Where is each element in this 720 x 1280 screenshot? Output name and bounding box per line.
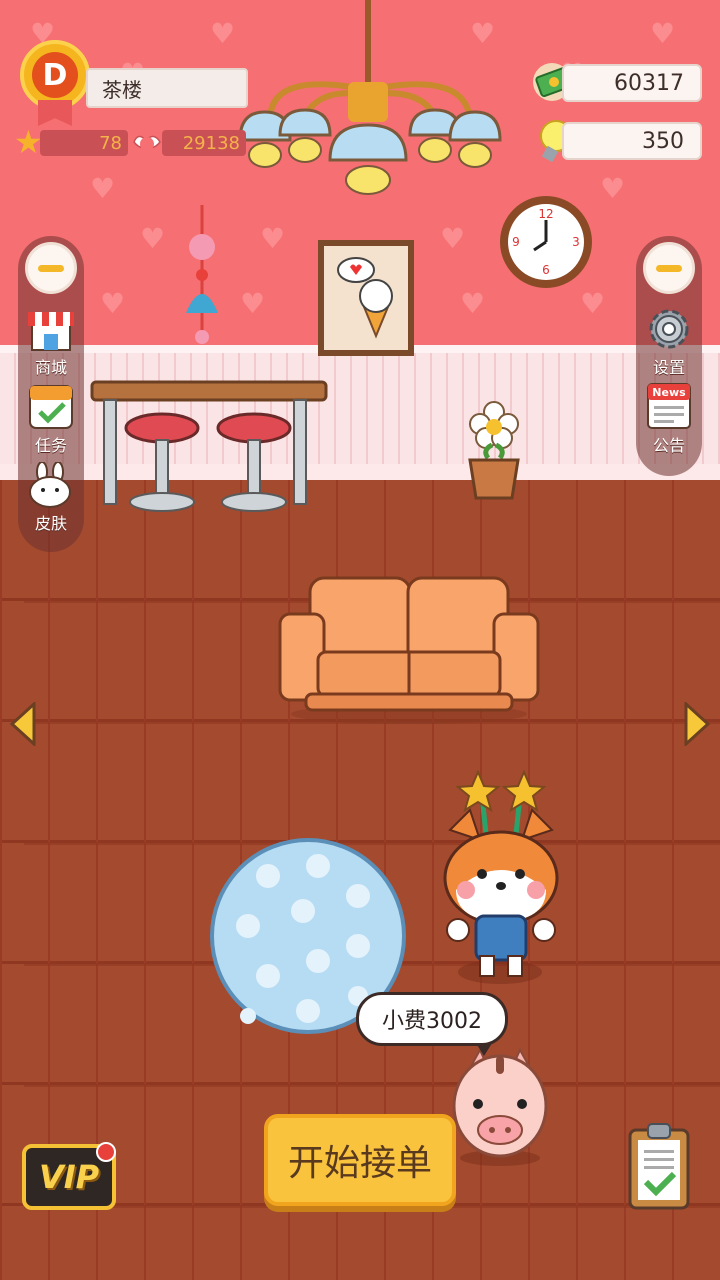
- game-scene: ♥ ♥ ♥ ♥ ♥ ♥ ♥ ♥ ♥ ♥ ♥ ♥ ♥ ♥ ♥ ♥: [0, 0, 720, 1280]
- svg-text:News: News: [652, 386, 686, 399]
- heart-decor: ♥: [100, 287, 126, 320]
- task-label: 任务: [34, 436, 67, 455]
- news-label: 公告: [652, 436, 685, 455]
- bar-table-icon: [90, 380, 328, 512]
- scroll-left-arrow-icon[interactable]: [8, 702, 38, 746]
- level-letter: D: [32, 52, 78, 98]
- stars-count: 78: [40, 130, 128, 156]
- notification-dot: [96, 1142, 116, 1162]
- sofa-icon: [278, 576, 540, 724]
- level-badge[interactable]: D: [20, 40, 90, 110]
- money-counter: 60317: [562, 64, 702, 102]
- fox-chef-character-icon: [443, 770, 559, 984]
- heart-decor: ♥: [140, 222, 166, 255]
- heart-decor: ♥: [580, 287, 606, 320]
- chandelier-icon: [238, 0, 502, 195]
- vip-label: VIP: [38, 1158, 100, 1196]
- start-orders-button[interactable]: 开始接单: [264, 1114, 456, 1206]
- heart-decor: ♥: [260, 222, 286, 255]
- heart-decor: ♥: [440, 222, 466, 255]
- left-menu-collapse-button[interactable]: [25, 242, 77, 294]
- shop-icon: [28, 312, 74, 351]
- flower-pot-icon: [468, 401, 520, 500]
- skin-button[interactable]: 皮肤: [18, 462, 84, 534]
- settings-button[interactable]: 设置: [636, 306, 702, 378]
- svg-text:6: 6: [542, 263, 550, 277]
- task-button[interactable]: 任务: [18, 384, 84, 456]
- heart-decor: ♥: [650, 17, 676, 50]
- shop-button[interactable]: 商城: [18, 308, 84, 378]
- minus-icon: [656, 264, 682, 272]
- ideas-counter: 350: [562, 122, 702, 160]
- svg-text:9: 9: [512, 235, 520, 249]
- heart-decor: ♥: [600, 172, 626, 205]
- ice-cream-picture-icon: [318, 240, 414, 356]
- star-icon: ★: [14, 123, 43, 161]
- news-button[interactable]: News 公告: [636, 382, 702, 456]
- settings-label: 设置: [652, 358, 685, 377]
- right-menu-collapse-button[interactable]: [643, 242, 695, 294]
- shop-label: 商城: [34, 358, 67, 377]
- skin-icon: [29, 462, 71, 508]
- wall-clock-icon: 12 3 6 9: [500, 196, 592, 288]
- svg-text:12: 12: [538, 207, 553, 221]
- heart-decor: ♥: [460, 287, 486, 320]
- heart-decor: ♥: [90, 172, 116, 205]
- fans-count: 29138: [162, 130, 246, 156]
- heart-decor: ♥: [240, 287, 266, 320]
- piggy-bank-icon: [452, 1047, 548, 1166]
- task-icon: [29, 385, 73, 429]
- news-icon: News: [647, 383, 691, 429]
- gear-icon: [649, 309, 689, 349]
- wind-chime-icon: [186, 205, 218, 344]
- minus-icon: [38, 264, 64, 272]
- tip-bubble[interactable]: 小费3002: [356, 992, 508, 1046]
- fans-angel-icon: [133, 135, 161, 151]
- skin-label: 皮肤: [34, 514, 67, 533]
- svg-text:3: 3: [572, 235, 580, 249]
- shop-name-label[interactable]: 茶楼: [86, 68, 248, 108]
- scroll-right-arrow-icon[interactable]: [682, 702, 712, 746]
- clipboard-orders-icon[interactable]: [626, 1122, 692, 1212]
